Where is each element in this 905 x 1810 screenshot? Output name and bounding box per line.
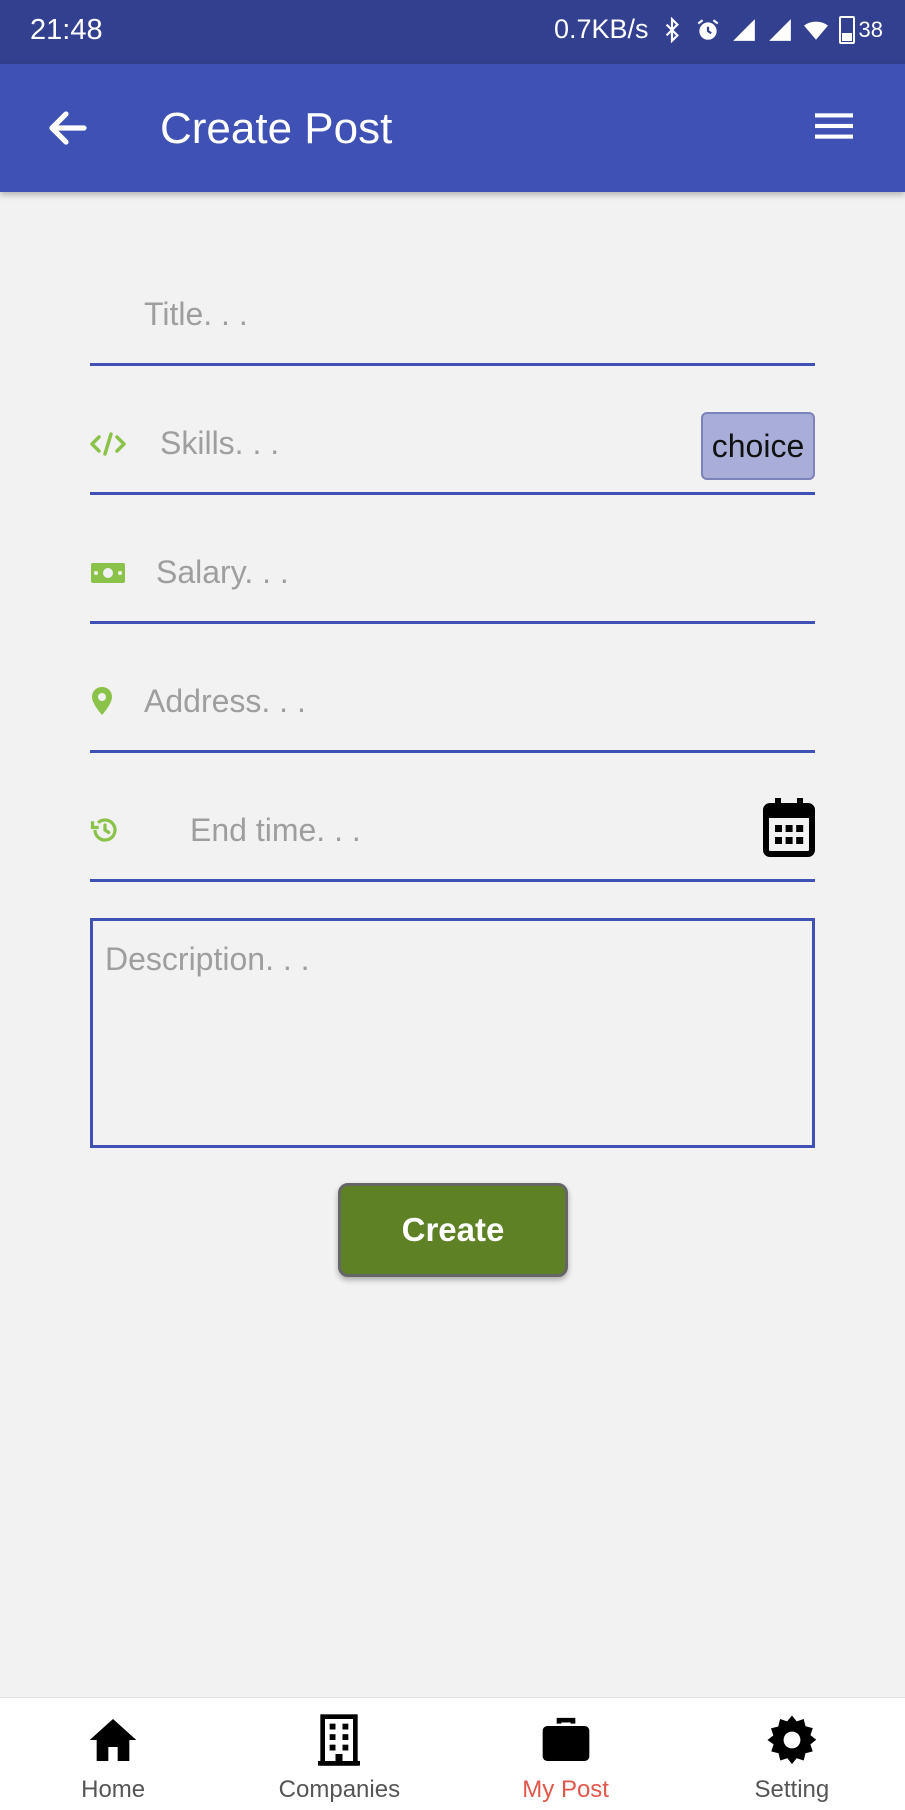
building-icon [318, 1714, 361, 1766]
nav-item-my-post[interactable]: My Post [453, 1698, 679, 1810]
title-field [90, 256, 815, 366]
bluetooth-icon [665, 16, 679, 43]
choice-button[interactable]: choice [701, 412, 815, 480]
status-icons: 0.7KB/s 38 [554, 14, 883, 45]
title-input[interactable] [144, 289, 804, 339]
end-time-input[interactable] [190, 805, 720, 855]
wifi-icon [803, 21, 828, 40]
briefcase-icon [542, 1717, 589, 1761]
battery-icon [838, 15, 855, 44]
create-button[interactable]: Create [338, 1183, 568, 1277]
nav-label-home: Home [81, 1776, 146, 1803]
calendar-icon[interactable] [763, 796, 815, 858]
menu-icon[interactable] [815, 110, 853, 142]
description-textarea[interactable] [90, 918, 815, 1148]
skills-input[interactable] [160, 418, 670, 468]
gear-icon [767, 1715, 817, 1765]
location-pin-icon [92, 687, 112, 715]
alarm-icon [697, 18, 718, 40]
app-bar: Create Post [0, 64, 905, 192]
history-icon [90, 818, 117, 842]
signal-icon-2 [768, 18, 791, 41]
page-title: Create Post [160, 104, 393, 153]
salary-input[interactable] [156, 547, 796, 597]
nav-item-setting[interactable]: Setting [679, 1698, 905, 1810]
address-field [90, 643, 815, 753]
nav-label-setting: Setting [754, 1776, 830, 1803]
network-speed: 0.7KB/s [553, 14, 649, 44]
home-icon [89, 1719, 137, 1761]
skills-field: choice [90, 385, 815, 495]
battery-level: 38 [858, 16, 883, 42]
back-arrow-icon[interactable] [44, 104, 92, 152]
nav-label-companies: Companies [278, 1776, 401, 1803]
nav-item-companies[interactable]: Companies [226, 1698, 452, 1810]
bottom-nav: Home Companies My Post Setting [0, 1697, 905, 1810]
end-time-field [90, 772, 815, 882]
nav-item-home[interactable]: Home [0, 1698, 226, 1810]
code-icon [90, 432, 126, 456]
nav-label-my-post: My Post [522, 1776, 609, 1803]
status-time: 21:48 [30, 14, 103, 46]
signal-icon [732, 18, 755, 41]
salary-field [90, 514, 815, 624]
money-icon [91, 563, 125, 583]
status-bar: 21:48 0.7KB/s 38 [0, 0, 905, 64]
address-input[interactable] [144, 676, 804, 726]
